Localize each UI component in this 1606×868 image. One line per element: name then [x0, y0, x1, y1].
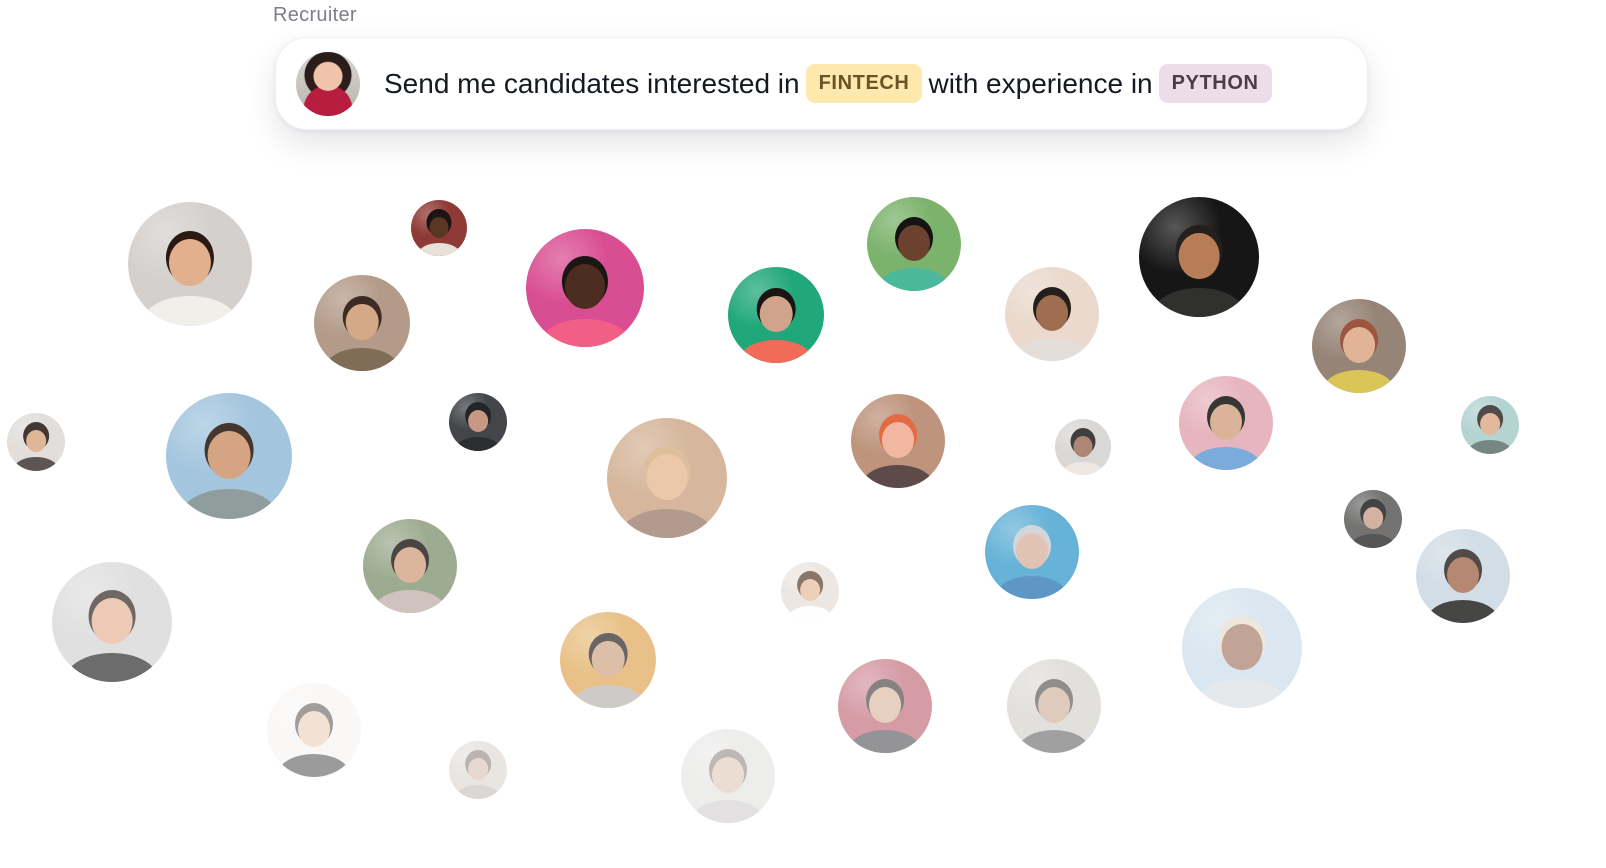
candidate-avatar[interactable] — [1007, 659, 1101, 753]
query-card: Send me candidates interested in FINTECH… — [275, 37, 1368, 130]
candidate-avatar[interactable] — [1344, 490, 1402, 548]
recruiter-avatar — [296, 52, 360, 116]
candidate-avatar[interactable] — [526, 229, 644, 347]
candidate-avatar[interactable] — [267, 683, 361, 777]
candidate-avatar[interactable] — [1179, 376, 1273, 470]
candidate-avatar[interactable] — [411, 200, 467, 256]
candidate-avatar[interactable] — [838, 659, 932, 753]
candidate-avatar[interactable] — [7, 413, 65, 471]
query-prefix: Send me candidates interested in — [384, 67, 800, 99]
python-tag[interactable]: PYTHON — [1158, 64, 1272, 103]
candidate-avatar[interactable] — [728, 267, 824, 363]
candidate-avatar[interactable] — [985, 505, 1079, 599]
query-text: Send me candidates interested in FINTECH… — [384, 38, 1272, 129]
candidate-avatar[interactable] — [1182, 588, 1302, 708]
candidate-avatar[interactable] — [1461, 396, 1519, 454]
candidate-avatar[interactable] — [1312, 299, 1406, 393]
candidate-avatar[interactable] — [128, 202, 252, 326]
candidate-avatar[interactable] — [560, 612, 656, 708]
candidate-avatar[interactable] — [607, 418, 727, 538]
candidate-avatar[interactable] — [1005, 267, 1099, 361]
query-middle: with experience in — [928, 67, 1153, 99]
candidate-avatar[interactable] — [781, 562, 839, 620]
role-label: Recruiter — [273, 4, 357, 26]
candidate-avatar[interactable] — [681, 729, 775, 823]
candidate-avatar[interactable] — [166, 393, 292, 519]
candidate-avatar[interactable] — [314, 275, 410, 371]
candidate-avatar[interactable] — [1055, 419, 1111, 475]
candidate-avatar[interactable] — [1416, 529, 1510, 623]
fintech-tag[interactable]: FINTECH — [805, 64, 923, 103]
candidate-avatar[interactable] — [449, 741, 507, 799]
candidate-avatar[interactable] — [449, 393, 507, 451]
candidate-avatar[interactable] — [851, 394, 945, 488]
candidate-avatar[interactable] — [363, 519, 457, 613]
candidate-avatar[interactable] — [867, 197, 961, 291]
candidate-avatar[interactable] — [52, 562, 172, 682]
candidate-avatar[interactable] — [1139, 197, 1259, 317]
